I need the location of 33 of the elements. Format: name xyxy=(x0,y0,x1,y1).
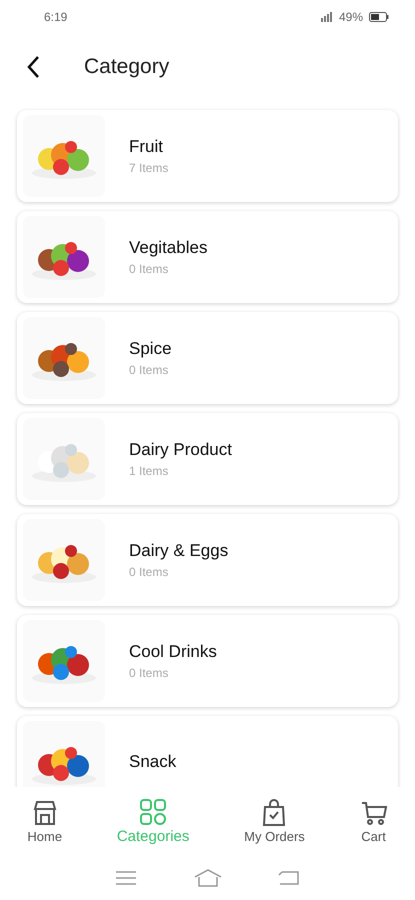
grid-icon xyxy=(139,798,168,826)
category-name: Fruit xyxy=(129,137,164,157)
signal-icon xyxy=(320,12,333,22)
status-time: 6:19 xyxy=(44,10,68,24)
category-card[interactable]: Vegitables 0 Items xyxy=(17,211,398,303)
category-name: Cool Drinks xyxy=(129,642,217,662)
item-count: 0 Items xyxy=(129,363,170,377)
category-name: Dairy & Eggs xyxy=(129,541,228,561)
category-card[interactable]: Fruit 7 Items xyxy=(17,110,398,202)
category-card[interactable]: Cool Drinks 0 Items xyxy=(17,615,398,707)
back-icon[interactable] xyxy=(26,55,40,79)
item-count: 7 Items xyxy=(129,161,168,175)
item-count: 0 Items xyxy=(129,565,170,579)
category-name: Spice xyxy=(129,339,172,359)
category-card[interactable]: Snack xyxy=(17,716,398,787)
battery-icon xyxy=(369,12,389,22)
menu-icon[interactable] xyxy=(115,870,138,886)
category-card[interactable]: Dairy & Eggs 0 Items xyxy=(17,514,398,606)
category-name: Dairy Product xyxy=(129,440,232,460)
category-name: Vegitables xyxy=(129,238,208,258)
home-icon[interactable] xyxy=(192,868,222,888)
home-tab[interactable]: Home xyxy=(21,798,68,844)
item-count: 1 Items xyxy=(129,464,170,478)
page-title: Category xyxy=(84,55,170,79)
item-count: 0 Items xyxy=(129,666,170,680)
item-count: 0 Items xyxy=(129,262,170,276)
battery-percent: 49% xyxy=(338,10,363,24)
store-icon xyxy=(30,798,59,826)
category-card[interactable]: Dairy Product 1 Items xyxy=(17,413,398,505)
cart-tab[interactable]: Cart xyxy=(354,798,394,844)
category-card[interactable]: Spice 0 Items xyxy=(17,312,398,404)
category-name: Snack xyxy=(129,752,176,772)
orders-tab[interactable]: My Orders xyxy=(238,798,311,844)
